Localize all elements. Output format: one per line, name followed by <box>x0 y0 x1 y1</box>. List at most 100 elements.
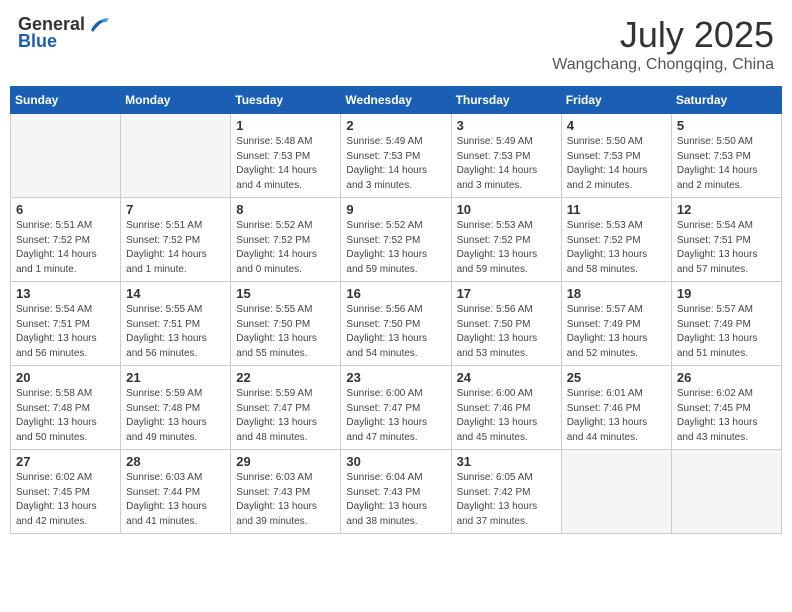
calendar-cell: 23 Sunrise: 6:00 AM Sunset: 7:47 PM Dayli… <box>341 366 451 450</box>
day-info: Sunrise: 5:50 AM Sunset: 7:53 PM Dayligh… <box>677 135 776 193</box>
calendar-week-row: 27 Sunrise: 6:02 AM Sunset: 7:45 PM Dayli… <box>11 450 782 534</box>
header-wednesday: Wednesday <box>341 87 451 114</box>
day-info: Sunrise: 5:56 AM Sunset: 7:50 PM Dayligh… <box>346 303 445 361</box>
day-number: 6 <box>16 202 115 217</box>
day-number: 1 <box>236 118 335 133</box>
calendar-week-row: 1 Sunrise: 5:48 AM Sunset: 7:53 PM Daylig… <box>11 114 782 198</box>
day-number: 11 <box>567 202 666 217</box>
day-info: Sunrise: 5:50 AM Sunset: 7:53 PM Dayligh… <box>567 135 666 193</box>
day-number: 7 <box>126 202 225 217</box>
day-number: 17 <box>457 286 556 301</box>
calendar-cell: 7Sunrise: 5:51 AM Sunset: 7:52 PM Daylig… <box>121 198 231 282</box>
calendar-cell <box>11 114 121 198</box>
day-number: 19 <box>677 286 776 301</box>
day-number: 31 <box>457 454 556 469</box>
calendar-cell: 27 Sunrise: 6:02 AM Sunset: 7:45 PM Dayli… <box>11 450 121 534</box>
day-info: Sunrise: 5:49 AM Sunset: 7:53 PM Dayligh… <box>457 135 556 193</box>
calendar-week-row: 6 Sunrise: 5:51 AM Sunset: 7:52 PM Daylig… <box>11 198 782 282</box>
day-info: Sunrise: 5:59 AM Sunset: 7:47 PM Dayligh… <box>236 387 335 445</box>
calendar-cell: 21 Sunrise: 5:59 AM Sunset: 7:48 PM Dayli… <box>121 366 231 450</box>
calendar-cell: 9 Sunrise: 5:52 AM Sunset: 7:52 PM Daylig… <box>341 198 451 282</box>
calendar-cell: 6 Sunrise: 5:51 AM Sunset: 7:52 PM Daylig… <box>11 198 121 282</box>
calendar-cell: 8 Sunrise: 5:52 AM Sunset: 7:52 PM Daylig… <box>231 198 341 282</box>
day-info: Sunrise: 6:05 AM Sunset: 7:42 PM Dayligh… <box>457 471 556 529</box>
day-info: Sunrise: 5:53 AM Sunset: 7:52 PM Dayligh… <box>567 219 666 277</box>
day-info: Sunrise: 5:57 AM Sunset: 7:49 PM Dayligh… <box>567 303 666 361</box>
header-friday: Friday <box>561 87 671 114</box>
logo-blue: Blue <box>18 31 57 52</box>
day-info: Sunrise: 5:53 AM Sunset: 7:52 PM Dayligh… <box>457 219 556 277</box>
day-number: 2 <box>346 118 445 133</box>
day-number: 4 <box>567 118 666 133</box>
day-number: 30 <box>346 454 445 469</box>
calendar-cell: 29 Sunrise: 6:03 AM Sunset: 7:43 PM Dayli… <box>231 450 341 534</box>
day-info: Sunrise: 5:59 AM Sunset: 7:48 PM Dayligh… <box>126 387 225 445</box>
calendar-week-row: 13Sunrise: 5:54 AM Sunset: 7:51 PM Dayli… <box>11 282 782 366</box>
calendar-cell: 1 Sunrise: 5:48 AM Sunset: 7:53 PM Daylig… <box>231 114 341 198</box>
calendar-cell: 22Sunrise: 5:59 AM Sunset: 7:47 PM Dayli… <box>231 366 341 450</box>
day-info: Sunrise: 6:00 AM Sunset: 7:47 PM Dayligh… <box>346 387 445 445</box>
day-number: 10 <box>457 202 556 217</box>
page-header: General Blue July 2025 Wangchang, Chongq… <box>10 10 782 78</box>
location-title: Wangchang, Chongqing, China <box>552 56 774 74</box>
calendar-table: SundayMondayTuesdayWednesdayThursdayFrid… <box>10 86 782 534</box>
calendar-header-row: SundayMondayTuesdayWednesdayThursdayFrid… <box>11 87 782 114</box>
calendar-cell: 24Sunrise: 6:00 AM Sunset: 7:46 PM Dayli… <box>451 366 561 450</box>
header-tuesday: Tuesday <box>231 87 341 114</box>
day-info: Sunrise: 5:52 AM Sunset: 7:52 PM Dayligh… <box>346 219 445 277</box>
day-info: Sunrise: 5:55 AM Sunset: 7:51 PM Dayligh… <box>126 303 225 361</box>
calendar-week-row: 20 Sunrise: 5:58 AM Sunset: 7:48 PM Dayli… <box>11 366 782 450</box>
calendar-cell: 17 Sunrise: 5:56 AM Sunset: 7:50 PM Dayli… <box>451 282 561 366</box>
day-number: 28 <box>126 454 225 469</box>
day-info: Sunrise: 5:49 AM Sunset: 7:53 PM Dayligh… <box>346 135 445 193</box>
calendar-cell: 10 Sunrise: 5:53 AM Sunset: 7:52 PM Dayli… <box>451 198 561 282</box>
title-section: July 2025 Wangchang, Chongqing, China <box>552 14 774 74</box>
day-info: Sunrise: 6:00 AM Sunset: 7:46 PM Dayligh… <box>457 387 556 445</box>
day-info: Sunrise: 6:01 AM Sunset: 7:46 PM Dayligh… <box>567 387 666 445</box>
day-number: 16 <box>346 286 445 301</box>
day-number: 8 <box>236 202 335 217</box>
day-info: Sunrise: 5:56 AM Sunset: 7:50 PM Dayligh… <box>457 303 556 361</box>
calendar-cell: 13Sunrise: 5:54 AM Sunset: 7:51 PM Dayli… <box>11 282 121 366</box>
calendar-cell: 15Sunrise: 5:55 AM Sunset: 7:50 PM Dayli… <box>231 282 341 366</box>
calendar-cell: 19 Sunrise: 5:57 AM Sunset: 7:49 PM Dayli… <box>671 282 781 366</box>
calendar-cell: 4 Sunrise: 5:50 AM Sunset: 7:53 PM Daylig… <box>561 114 671 198</box>
day-number: 9 <box>346 202 445 217</box>
day-number: 14 <box>126 286 225 301</box>
day-info: Sunrise: 6:04 AM Sunset: 7:43 PM Dayligh… <box>346 471 445 529</box>
calendar-cell: 16 Sunrise: 5:56 AM Sunset: 7:50 PM Dayli… <box>341 282 451 366</box>
day-number: 27 <box>16 454 115 469</box>
day-number: 26 <box>677 370 776 385</box>
day-info: Sunrise: 5:48 AM Sunset: 7:53 PM Dayligh… <box>236 135 335 193</box>
day-number: 23 <box>346 370 445 385</box>
calendar-cell: 3 Sunrise: 5:49 AM Sunset: 7:53 PM Daylig… <box>451 114 561 198</box>
calendar-cell: 28Sunrise: 6:03 AM Sunset: 7:44 PM Dayli… <box>121 450 231 534</box>
day-info: Sunrise: 5:58 AM Sunset: 7:48 PM Dayligh… <box>16 387 115 445</box>
day-number: 20 <box>16 370 115 385</box>
header-thursday: Thursday <box>451 87 561 114</box>
day-number: 25 <box>567 370 666 385</box>
day-info: Sunrise: 6:03 AM Sunset: 7:43 PM Dayligh… <box>236 471 335 529</box>
calendar-cell: 14 Sunrise: 5:55 AM Sunset: 7:51 PM Dayli… <box>121 282 231 366</box>
day-number: 12 <box>677 202 776 217</box>
day-number: 3 <box>457 118 556 133</box>
day-info: Sunrise: 5:52 AM Sunset: 7:52 PM Dayligh… <box>236 219 335 277</box>
day-info: Sunrise: 6:02 AM Sunset: 7:45 PM Dayligh… <box>677 387 776 445</box>
day-number: 29 <box>236 454 335 469</box>
calendar-cell: 2 Sunrise: 5:49 AM Sunset: 7:53 PM Daylig… <box>341 114 451 198</box>
day-info: Sunrise: 5:54 AM Sunset: 7:51 PM Dayligh… <box>677 219 776 277</box>
day-number: 5 <box>677 118 776 133</box>
logo: General Blue <box>18 14 109 52</box>
calendar-cell: 11 Sunrise: 5:53 AM Sunset: 7:52 PM Dayli… <box>561 198 671 282</box>
day-number: 21 <box>126 370 225 385</box>
day-info: Sunrise: 6:02 AM Sunset: 7:45 PM Dayligh… <box>16 471 115 529</box>
calendar-cell: 25 Sunrise: 6:01 AM Sunset: 7:46 PM Dayli… <box>561 366 671 450</box>
calendar-cell <box>671 450 781 534</box>
day-number: 13 <box>16 286 115 301</box>
day-info: Sunrise: 5:51 AM Sunset: 7:52 PM Dayligh… <box>16 219 115 277</box>
calendar-cell: 18 Sunrise: 5:57 AM Sunset: 7:49 PM Dayli… <box>561 282 671 366</box>
day-number: 18 <box>567 286 666 301</box>
day-info: Sunrise: 5:57 AM Sunset: 7:49 PM Dayligh… <box>677 303 776 361</box>
calendar-cell <box>121 114 231 198</box>
calendar-cell: 31 Sunrise: 6:05 AM Sunset: 7:42 PM Dayli… <box>451 450 561 534</box>
